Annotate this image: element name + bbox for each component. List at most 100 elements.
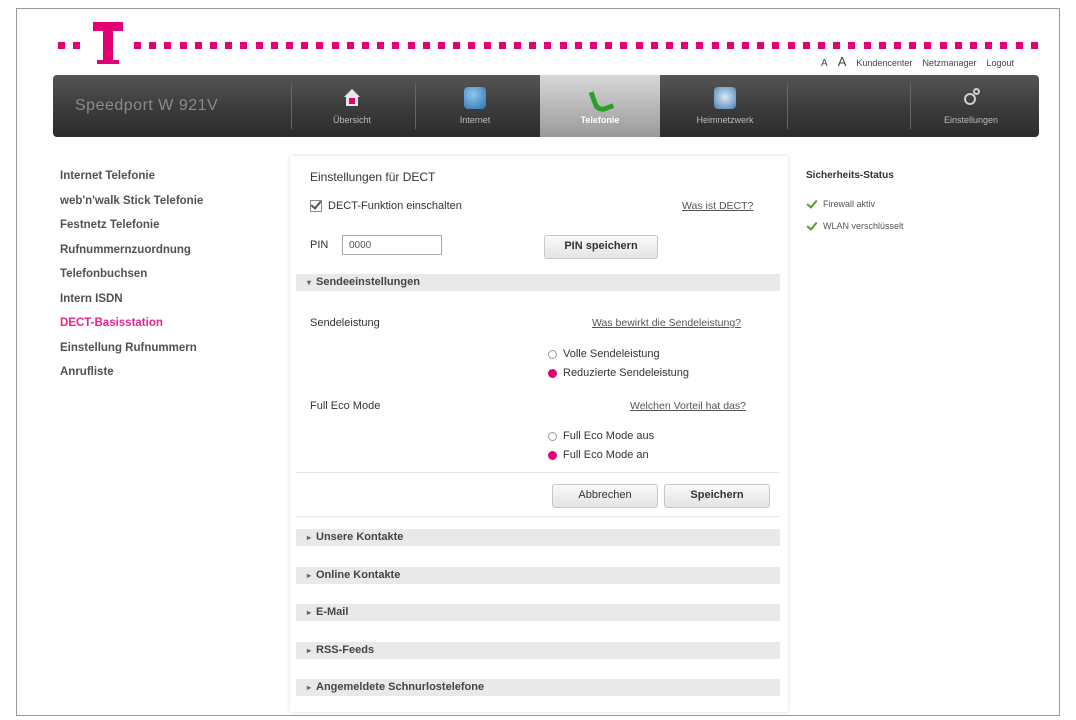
font-size-small-button[interactable]: A <box>821 58 828 69</box>
gear-icon <box>960 87 982 109</box>
brand-dot <box>955 42 962 49</box>
chevron-down-icon: ▾ <box>306 278 311 287</box>
section-schnurlostelefone[interactable]: ▸ Angemeldete Schnurlostelefone <box>296 679 780 696</box>
divider <box>296 472 780 473</box>
security-status-title: Sicherheits-Status <box>806 170 894 181</box>
section-title: Sendeeinstellungen <box>316 276 420 288</box>
nav-tab-uebersicht[interactable]: Übersicht <box>292 75 412 137</box>
brand-dot <box>438 42 445 49</box>
sidebar-item-anrufliste[interactable]: Anrufliste <box>60 364 270 389</box>
dect-enable-checkbox[interactable] <box>310 200 322 212</box>
eco-option-on[interactable]: Full Eco Mode an <box>548 449 649 461</box>
brand-dot <box>164 42 171 49</box>
sidebar-item-webnwalk-telefonie[interactable]: web'n'walk Stick Telefonie <box>60 193 270 218</box>
brand-dot <box>225 42 232 49</box>
brand-dot <box>256 42 263 49</box>
cancel-button[interactable]: Abbrechen <box>552 484 658 508</box>
nav-tab-internet[interactable]: Internet <box>415 75 535 137</box>
telekom-logo-icon[interactable] <box>93 22 123 68</box>
logout-link[interactable]: Logout <box>986 58 1014 68</box>
brand-dot-row <box>58 42 1038 52</box>
sidebar: Internet Telefonie web'n'walk Stick Tele… <box>60 168 270 389</box>
brand-dot <box>377 42 384 49</box>
section-rss-feeds[interactable]: ▸ RSS-Feeds <box>296 642 780 659</box>
brand-dot <box>620 42 627 49</box>
pin-save-button[interactable]: PIN speichern <box>544 235 658 259</box>
pin-input[interactable] <box>342 235 442 255</box>
phone-icon <box>588 86 615 115</box>
nav-tab-label: Einstellungen <box>943 115 999 125</box>
brand-dot <box>560 42 567 49</box>
send-option-full[interactable]: Volle Sendeleistung <box>548 348 660 360</box>
dect-settings-panel: Einstellungen für DECT DECT-Funktion ein… <box>290 156 788 712</box>
nav-tab-label: Heimnetzwerk <box>696 115 754 125</box>
kundencenter-link[interactable]: Kundencenter <box>856 58 912 68</box>
brand-dot <box>712 42 719 49</box>
send-option-reduced[interactable]: Reduzierte Sendeleistung <box>548 367 689 379</box>
sidebar-item-einstellung-rufnummern[interactable]: Einstellung Rufnummern <box>60 340 270 365</box>
section-title: Unsere Kontakte <box>316 531 404 543</box>
brand-dot <box>332 42 339 49</box>
sidebar-item-telefonbuchsen[interactable]: Telefonbuchsen <box>60 266 270 291</box>
brand-dot <box>134 42 141 49</box>
nav-tab-telefonie[interactable]: Telefonie <box>540 75 660 137</box>
brand-dot <box>514 42 521 49</box>
sidebar-item-internet-telefonie[interactable]: Internet Telefonie <box>60 168 270 193</box>
send-power-help-link[interactable]: Was bewirkt die Sendeleistung? <box>592 317 741 329</box>
netzmanager-link[interactable]: Netzmanager <box>922 58 976 68</box>
brand-dot <box>392 42 399 49</box>
brand-dot <box>149 42 156 49</box>
eco-mode-help-link[interactable]: Welchen Vorteil hat das? <box>630 400 746 412</box>
nav-tab-heimnetzwerk[interactable]: Heimnetzwerk <box>665 75 785 137</box>
font-size-large-button[interactable]: A <box>838 54 847 69</box>
brand-dot <box>757 42 764 49</box>
radio-button[interactable] <box>548 368 557 378</box>
section-email[interactable]: ▸ E-Mail <box>296 604 780 621</box>
nav-divider <box>415 83 416 129</box>
sidebar-item-rufnummernzuordnung[interactable]: Rufnummernzuordnung <box>60 242 270 267</box>
brand-dot <box>924 42 931 49</box>
status-item: Firewall aktiv <box>806 193 1006 215</box>
brand-dot <box>985 42 992 49</box>
brand-dot <box>818 42 825 49</box>
brand-dot <box>180 42 187 49</box>
section-online-kontakte[interactable]: ▸ Online Kontakte <box>296 567 780 584</box>
dect-enable-label: DECT-Funktion einschalten <box>328 200 462 212</box>
brand-dot <box>544 42 551 49</box>
brand-dot <box>286 42 293 49</box>
chevron-right-icon: ▸ <box>306 533 311 542</box>
home-icon <box>341 87 363 109</box>
section-sendeeinstellungen[interactable]: ▾ Sendeeinstellungen <box>296 274 780 291</box>
brand-dot <box>484 42 491 49</box>
eco-mode-label: Full Eco Mode <box>310 400 381 412</box>
nav-divider <box>787 83 788 129</box>
what-is-dect-link[interactable]: Was ist DECT? <box>682 200 753 212</box>
brand-dot <box>423 42 430 49</box>
eco-option-off[interactable]: Full Eco Mode aus <box>548 430 654 442</box>
brand-dot <box>453 42 460 49</box>
nav-divider <box>910 83 911 129</box>
section-unsere-kontakte[interactable]: ▸ Unsere Kontakte <box>296 529 780 546</box>
sidebar-item-dect-basisstation[interactable]: DECT-Basisstation <box>60 315 270 340</box>
status-text: WLAN verschlüsselt <box>823 221 904 231</box>
section-title: Angemeldete Schnurlostelefone <box>316 681 485 693</box>
status-text: Firewall aktiv <box>823 199 876 209</box>
section-title: Online Kontakte <box>316 569 401 581</box>
section-title: E-Mail <box>316 606 349 618</box>
check-icon <box>806 197 818 209</box>
top-links: A A Kundencenter Netzmanager Logout <box>821 54 1014 69</box>
save-button[interactable]: Speichern <box>664 484 770 508</box>
check-icon <box>806 219 818 231</box>
sidebar-item-festnetz-telefonie[interactable]: Festnetz Telefonie <box>60 217 270 242</box>
brand-dot <box>210 42 217 49</box>
radio-button[interactable] <box>548 431 557 441</box>
chevron-right-icon: ▸ <box>306 646 311 655</box>
sidebar-item-intern-isdn[interactable]: Intern ISDN <box>60 291 270 316</box>
nav-tab-einstellungen[interactable]: Einstellungen <box>911 75 1031 137</box>
dect-enable-row: DECT-Funktion einschalten <box>310 200 462 212</box>
pin-label: PIN <box>310 239 329 251</box>
brand-dot <box>499 42 506 49</box>
nav-tab-label: Übersicht <box>332 115 371 125</box>
radio-button[interactable] <box>548 450 557 460</box>
radio-button[interactable] <box>548 349 557 359</box>
